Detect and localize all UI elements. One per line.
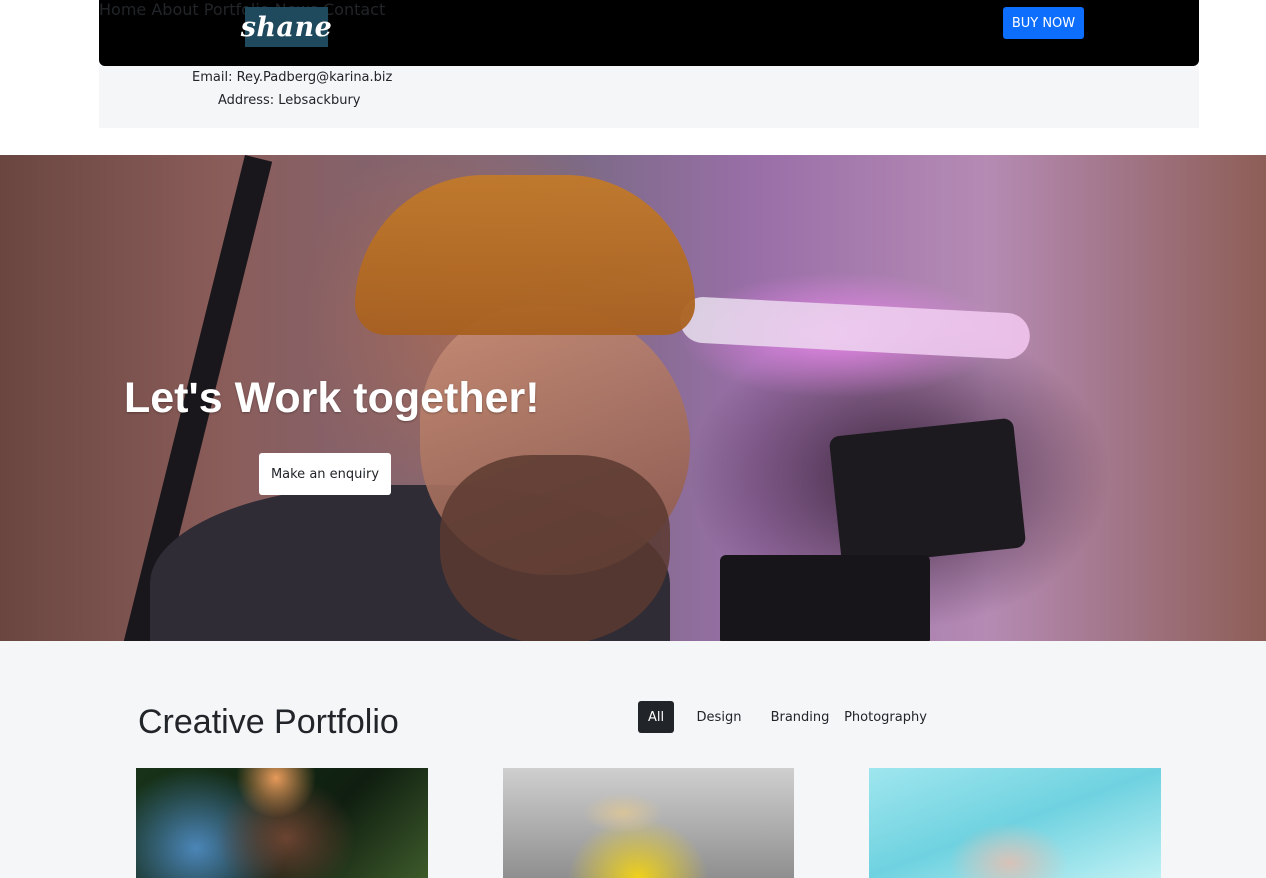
hero-light-bar <box>679 295 1031 361</box>
brand-logo[interactable]: shane <box>241 7 332 47</box>
portfolio-item-image[interactable] <box>869 768 1161 878</box>
nav-contact[interactable]: Contact <box>323 0 385 19</box>
logo-text: shane <box>240 11 333 43</box>
hero-camera-rig <box>720 555 930 641</box>
nav-home[interactable]: Home <box>99 0 146 19</box>
hero-camera-monitor <box>828 417 1027 567</box>
enquiry-button[interactable]: Make an enquiry <box>259 453 391 495</box>
hero-person-beanie <box>355 175 695 335</box>
contact-info-strip: Email: Rey.Padberg@karina.biz Address: L… <box>99 66 1199 128</box>
hero-banner: Let's Work together! Make an enquiry <box>0 155 1266 641</box>
top-navbar: shane Home About Portfolio News Contact … <box>99 0 1199 66</box>
filter-branding[interactable]: Branding <box>768 701 832 733</box>
portfolio-item-image[interactable] <box>503 768 794 878</box>
filter-all[interactable]: All <box>638 701 674 733</box>
filter-design[interactable]: Design <box>692 701 746 733</box>
portfolio-item-image[interactable] <box>136 768 428 878</box>
portfolio-section: Creative Portfolio All Design Branding P… <box>0 641 1266 878</box>
filter-photography[interactable]: Photography <box>843 701 928 733</box>
contact-email: Email: Rey.Padberg@karina.biz <box>192 70 393 85</box>
buy-now-button[interactable]: BUY NOW <box>1003 7 1084 39</box>
portfolio-title: Creative Portfolio <box>138 703 399 741</box>
hero-title: Let's Work together! <box>124 374 540 422</box>
nav-about[interactable]: About <box>151 0 198 19</box>
hero-person-beard <box>440 455 670 641</box>
contact-address: Address: Lebsackbury <box>218 93 361 108</box>
